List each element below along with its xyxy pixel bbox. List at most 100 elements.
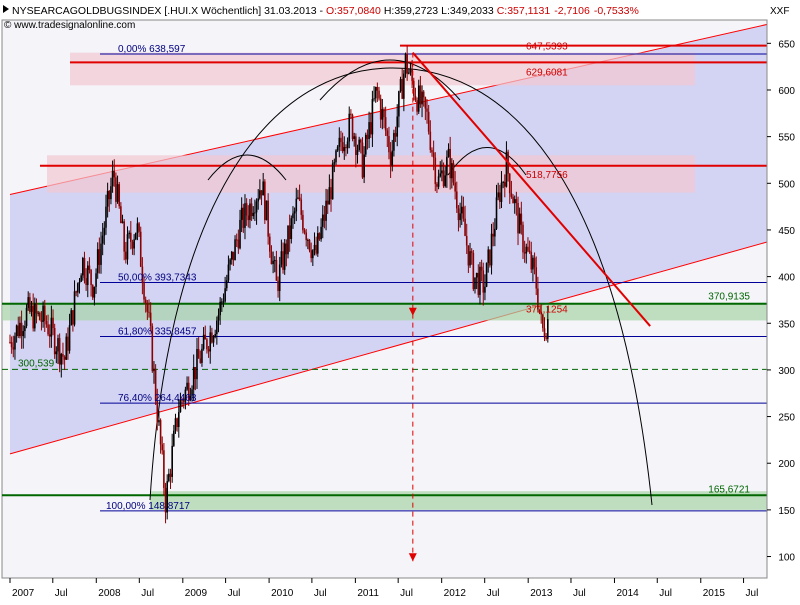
candle-body <box>288 225 291 239</box>
candle-body <box>138 223 140 232</box>
watermark: © www.tradesignalonline.com <box>4 20 135 31</box>
candle-body <box>398 91 400 117</box>
x-tick-label: 2013 <box>530 588 553 599</box>
candle-body <box>171 445 173 477</box>
candle-body <box>27 297 30 308</box>
candle-body <box>237 239 240 249</box>
candle-body <box>366 134 369 140</box>
candle-body <box>414 95 417 101</box>
candle-body <box>490 233 493 266</box>
candle-body <box>110 186 112 200</box>
candle-body <box>126 234 129 260</box>
candle-body <box>10 342 13 348</box>
header-change-pct: -0,7533% <box>594 5 639 17</box>
candle-body <box>394 133 397 137</box>
candle-body <box>434 157 437 185</box>
candle-body <box>206 339 208 350</box>
candle-body <box>168 473 170 482</box>
candle-body <box>134 232 137 240</box>
candle-body <box>103 227 106 236</box>
candle-body <box>528 250 531 253</box>
candle-body <box>361 142 364 178</box>
candle-body <box>464 218 466 236</box>
header-line: NYSEARCAGOLDBUGSINDEX [.HUI.X Wöchentlic… <box>12 5 639 17</box>
candle-body <box>22 331 25 337</box>
candle-body <box>242 207 245 228</box>
candle-body <box>333 162 336 164</box>
candle-body <box>93 286 96 298</box>
candle-body <box>72 310 74 325</box>
candle-body <box>419 85 422 105</box>
candle-body <box>204 334 207 340</box>
candle-body <box>273 260 276 262</box>
candle-body <box>494 228 496 237</box>
candle-body <box>259 190 261 199</box>
candle-body <box>194 367 197 380</box>
level-label: 300,539 <box>18 358 55 369</box>
candle-body <box>275 260 278 281</box>
candle-body <box>280 251 283 265</box>
candle-body <box>502 181 504 183</box>
candle-body <box>340 137 342 143</box>
resistance-zone <box>70 52 695 86</box>
candle-body <box>255 201 258 213</box>
candle-body <box>302 214 304 231</box>
candle-body <box>225 280 228 289</box>
candle-body <box>503 181 506 187</box>
candle-body <box>292 213 294 219</box>
candle-body <box>341 142 344 152</box>
candle-body <box>91 285 94 298</box>
candle-body <box>67 336 69 351</box>
candle-body <box>131 241 134 249</box>
candle-body <box>532 257 534 270</box>
candle-body <box>384 117 387 131</box>
candle-body <box>484 286 486 293</box>
y-tick-label: 550 <box>778 133 795 144</box>
candle-body <box>45 321 48 325</box>
candle-body <box>363 154 365 178</box>
candle-body <box>391 150 394 166</box>
chart-svg: 0,00% 638,597 50,00% 393,7343 61,80% 335,8… <box>0 0 800 600</box>
candle-body <box>432 152 435 158</box>
candle-body <box>43 305 46 322</box>
candle-body <box>240 207 243 220</box>
candle-body <box>522 224 524 253</box>
candle-body <box>451 163 453 179</box>
support-zone <box>150 491 767 510</box>
candle-body <box>245 203 248 216</box>
candle-body <box>520 213 523 225</box>
candle-body <box>176 418 178 428</box>
candle-body <box>364 134 367 155</box>
candle-body <box>527 246 529 251</box>
candle-body <box>348 113 351 142</box>
candle-body <box>106 190 109 207</box>
candle-body <box>130 232 132 242</box>
candle-body <box>505 151 508 187</box>
candle-body <box>57 338 59 352</box>
candle-body <box>475 272 478 278</box>
candle-body <box>19 322 21 337</box>
candle-body <box>174 418 177 431</box>
candle-body <box>295 198 298 212</box>
candle-body <box>487 249 490 263</box>
candle-body <box>336 146 339 151</box>
candle-body <box>17 325 20 337</box>
y-tick-label: 150 <box>778 506 795 517</box>
header-low: L:349,2033 <box>441 5 494 17</box>
candle-body <box>29 297 31 312</box>
candle-body <box>267 200 269 237</box>
candle-body <box>417 85 420 112</box>
candle-body <box>197 348 200 359</box>
candle-body <box>369 122 372 135</box>
candle-body <box>75 291 77 293</box>
candle-body <box>350 113 352 116</box>
candle-body <box>95 273 97 287</box>
candle-body <box>239 219 241 249</box>
candle-body <box>234 239 236 261</box>
candle-body <box>351 115 354 139</box>
candle-body <box>219 301 221 316</box>
candle-body <box>406 53 408 74</box>
candle-body <box>34 303 36 329</box>
candle-body <box>345 146 347 149</box>
candle-body <box>211 332 213 343</box>
